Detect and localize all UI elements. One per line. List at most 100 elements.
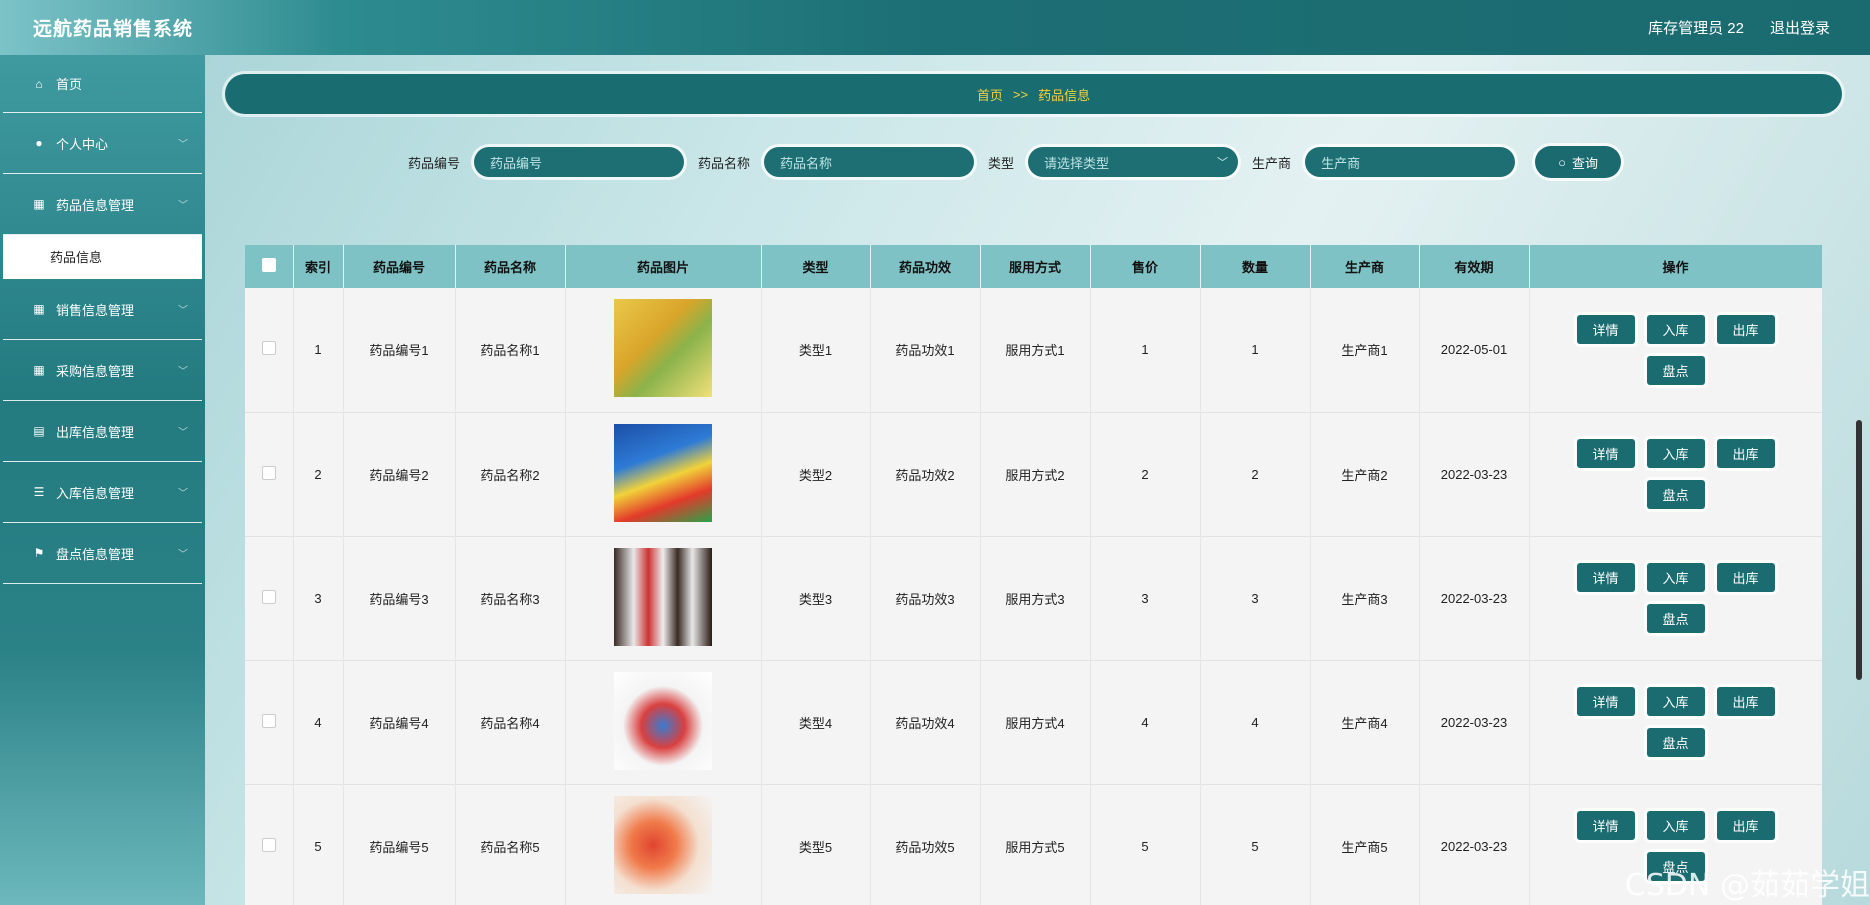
index-cell: 1 <box>293 288 344 412</box>
drug-image-cell <box>565 784 762 905</box>
drug-code-cell: 药品编号3 <box>343 536 456 660</box>
query-button[interactable]: ○ 查询 <box>1535 146 1622 178</box>
drug-code-label: 药品编号 <box>408 155 461 171</box>
sidebar-item-sales-management[interactable]: ▦ 销售信息管理 ﹀ <box>3 279 202 340</box>
stock-out-button[interactable]: 出库 <box>1716 687 1775 716</box>
stock-out-button[interactable]: 出库 <box>1716 314 1775 344</box>
breadcrumb: 首页 >> 药品信息 <box>225 74 1842 114</box>
detail-button[interactable]: 详情 <box>1576 439 1635 468</box>
maker-cell: 生产商3 <box>1310 536 1420 660</box>
row-select-cell[interactable] <box>245 412 294 536</box>
stock-in-button[interactable]: 入库 <box>1646 811 1705 840</box>
type-select[interactable]: 请选择类型 ﹀ <box>1028 147 1239 177</box>
sidebar-item-inbound-management[interactable]: ☰ 入库信息管理 ﹀ <box>3 462 202 523</box>
sidebar-item-home[interactable]: ⌂ 首页 <box>3 55 202 113</box>
column-header: 有效期 <box>1419 245 1530 288</box>
stock-in-button[interactable]: 入库 <box>1646 687 1705 716</box>
drug-name-placeholder: 药品名称 <box>780 155 833 171</box>
sidebar-subitem-drug-info[interactable]: 药品信息 <box>3 235 202 279</box>
drug-code-input[interactable]: 药品编号 <box>474 147 685 177</box>
drug-name-input[interactable]: 药品名称 <box>764 147 975 177</box>
sidebar-item-profile[interactable]: ● 个人中心 ﹀ <box>3 113 202 174</box>
row-checkbox[interactable] <box>261 465 276 480</box>
select-all-checkbox[interactable] <box>261 258 276 272</box>
drug-name-cell: 药品名称3 <box>455 536 566 660</box>
maker-input[interactable]: 生产商 <box>1305 147 1516 177</box>
scrollbar[interactable] <box>1856 60 1864 905</box>
row-checkbox[interactable] <box>261 837 276 852</box>
expiry-cell: 2022-03-23 <box>1419 660 1530 784</box>
sidebar-item-drug-management[interactable]: ▦ 药品信息管理 ﹀ <box>3 174 202 235</box>
drug-code-cell: 药品编号2 <box>343 412 456 536</box>
price-cell: 3 <box>1090 536 1201 660</box>
drug-name-label: 药品名称 <box>698 155 751 171</box>
row-actions: 详情 入库 出库 盘点 <box>1571 439 1781 509</box>
type-placeholder: 请选择类型 <box>1044 155 1110 171</box>
effect-cell: 药品功效3 <box>870 536 981 660</box>
expiry-cell: 2022-05-01 <box>1419 288 1530 412</box>
user-icon: ● <box>35 136 43 150</box>
stock-in-button[interactable]: 入库 <box>1646 563 1705 592</box>
drug-image-cell <box>565 412 762 536</box>
stock-out-button[interactable]: 出库 <box>1716 563 1775 592</box>
inventory-check-button[interactable]: 盘点 <box>1646 355 1705 385</box>
quantity-cell: 4 <box>1200 660 1311 784</box>
row-select-cell[interactable] <box>245 288 294 412</box>
row-checkbox[interactable] <box>261 589 276 604</box>
stock-in-button[interactable]: 入库 <box>1646 439 1705 468</box>
drug-image[interactable] <box>614 795 712 894</box>
list-icon: ☰ <box>33 485 45 499</box>
inventory-check-button[interactable]: 盘点 <box>1646 728 1705 757</box>
detail-button[interactable]: 详情 <box>1576 687 1635 716</box>
effect-cell: 药品功效4 <box>870 660 981 784</box>
drug-image[interactable] <box>614 423 712 522</box>
row-select-cell[interactable] <box>245 660 294 784</box>
index-cell: 2 <box>293 412 344 536</box>
maker-cell: 生产商1 <box>1310 288 1420 412</box>
detail-button[interactable]: 详情 <box>1576 314 1635 344</box>
watermark: CSDN @茹茹学姐 <box>1624 868 1870 903</box>
price-cell: 5 <box>1090 784 1201 905</box>
effect-cell: 药品功效5 <box>870 784 981 905</box>
inventory-check-button[interactable]: 盘点 <box>1646 604 1705 633</box>
row-select-cell[interactable] <box>245 784 294 905</box>
row-select-cell[interactable] <box>245 536 294 660</box>
quantity-cell: 5 <box>1200 784 1311 905</box>
sidebar-item-inventory-check-management[interactable]: ⚑ 盘点信息管理 ﹀ <box>3 523 202 584</box>
table-row: 1 药品编号1 药品名称1 类型1 药品功效1 服用方式1 1 1 生产商1 2… <box>245 288 1822 412</box>
detail-button[interactable]: 详情 <box>1576 563 1635 592</box>
index-cell: 4 <box>293 660 344 784</box>
index-cell: 3 <box>293 536 344 660</box>
row-checkbox[interactable] <box>261 713 276 728</box>
stock-in-button[interactable]: 入库 <box>1646 314 1705 344</box>
inventory-check-button[interactable]: 盘点 <box>1646 480 1705 509</box>
drug-image[interactable] <box>614 547 712 646</box>
drug-image[interactable] <box>614 671 712 770</box>
breadcrumb-home[interactable]: 首页 <box>977 85 1003 104</box>
select-all-header[interactable] <box>245 245 294 288</box>
actions-cell: 详情 入库 出库 盘点 <box>1529 660 1822 784</box>
drug-code-cell: 药品编号4 <box>343 660 456 784</box>
effect-cell: 药品功效2 <box>870 412 981 536</box>
column-header: 生产商 <box>1310 245 1420 288</box>
index-cell: 5 <box>293 784 344 905</box>
column-header: 操作 <box>1529 245 1822 288</box>
drug-image[interactable] <box>614 299 712 398</box>
row-actions: 详情 入库 出库 盘点 <box>1571 687 1781 757</box>
table-row: 5 药品编号5 药品名称5 类型5 药品功效5 服用方式5 5 5 生产商5 2… <box>245 784 1822 905</box>
row-checkbox[interactable] <box>261 341 276 356</box>
sidebar-item-purchase-management[interactable]: ▦ 采购信息管理 ﹀ <box>3 340 202 401</box>
sidebar-item-label: 出库信息管理 <box>56 424 135 440</box>
scrollbar-thumb[interactable] <box>1856 420 1862 680</box>
sidebar-item-outbound-management[interactable]: ▤ 出库信息管理 ﹀ <box>3 401 202 462</box>
stock-out-button[interactable]: 出库 <box>1716 811 1775 840</box>
column-header: 药品编号 <box>343 245 456 288</box>
home-icon: ⌂ <box>35 76 43 91</box>
chevron-down-icon: ﹀ <box>178 366 188 378</box>
detail-button[interactable]: 详情 <box>1576 811 1635 840</box>
logout-button[interactable]: 退出登录 <box>1770 17 1830 38</box>
stock-out-button[interactable]: 出库 <box>1716 439 1775 468</box>
actions-cell: 详情 入库 出库 盘点 <box>1529 536 1822 660</box>
actions-cell: 详情 入库 出库 盘点 <box>1529 288 1822 412</box>
drug-image-cell <box>565 288 762 412</box>
